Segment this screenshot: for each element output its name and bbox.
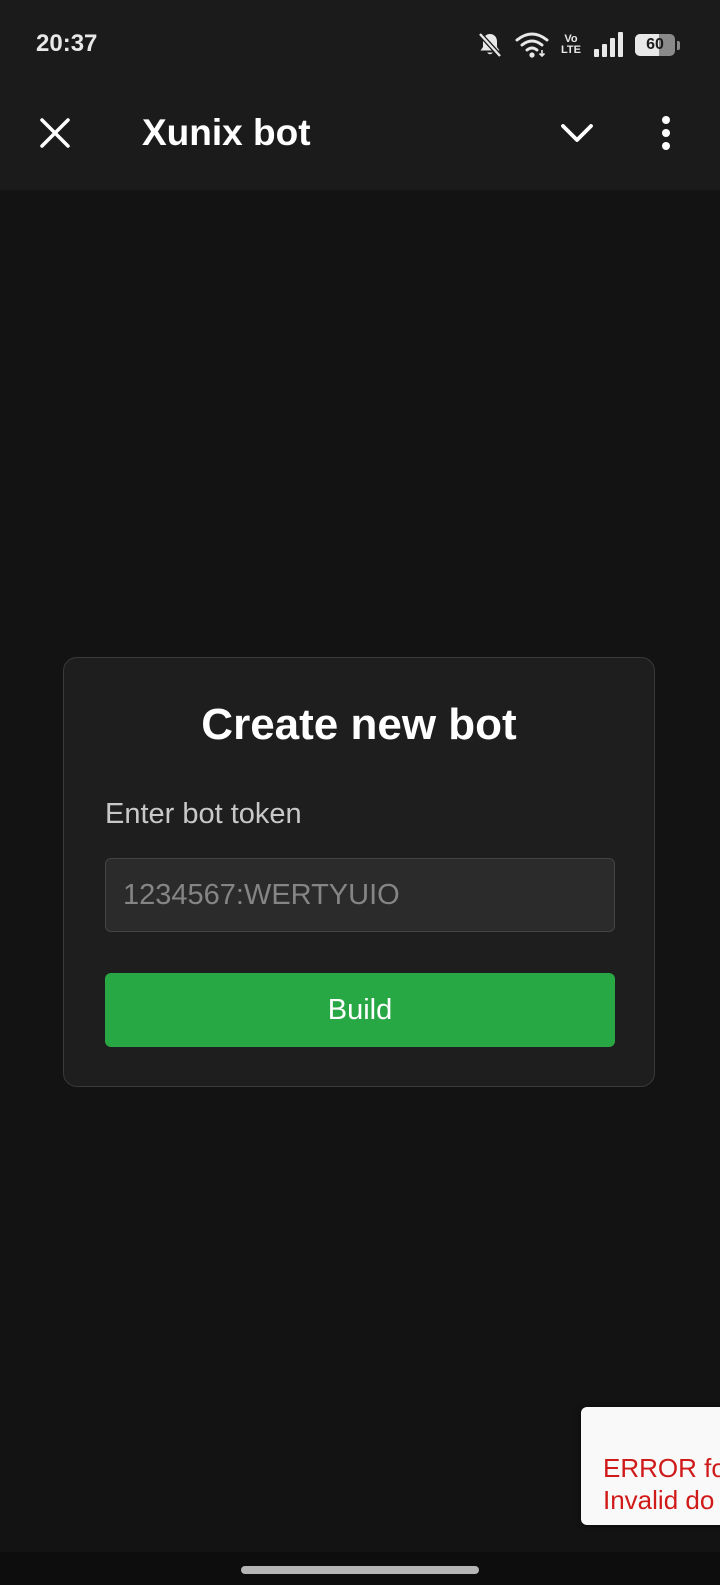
signal-icon (593, 32, 623, 58)
close-button[interactable] (30, 108, 80, 158)
app-bar: Xunix bot (0, 88, 720, 190)
volte-bottom-label: LTE (561, 44, 581, 56)
collapse-button[interactable] (552, 108, 602, 158)
close-icon (40, 118, 70, 148)
status-icons: Vo LTE 60 (477, 28, 680, 62)
error-message: Invalid do (603, 1485, 715, 1515)
more-menu-button[interactable] (646, 108, 686, 158)
token-input[interactable] (105, 858, 615, 932)
more-vertical-icon (662, 116, 670, 150)
battery-tip (677, 40, 680, 50)
navigation-bar (0, 1552, 720, 1585)
status-bar: 20:37 Vo LTE 60 (0, 0, 720, 88)
screen: 20:37 Vo LTE 60 Xunix bot Create new bot… (0, 0, 720, 1585)
token-label: Enter bot token (105, 798, 302, 830)
error-toast[interactable]: ERROR fo Invalid do (581, 1407, 720, 1525)
app-title: Xunix bot (142, 112, 311, 153)
status-time: 20:37 (36, 30, 98, 57)
battery-level: 60 (646, 36, 664, 53)
wifi-icon (515, 31, 549, 59)
card-title: Create new bot (201, 700, 517, 749)
battery-icon: 60 (635, 34, 675, 56)
create-bot-card: Create new bot Enter bot token Build (63, 657, 655, 1087)
volte-icon: Vo LTE (561, 34, 581, 56)
chevron-down-icon (561, 124, 593, 142)
bell-off-icon (477, 31, 503, 59)
build-button[interactable]: Build (105, 973, 615, 1047)
gesture-handle[interactable] (241, 1566, 479, 1574)
error-title: ERROR fo (603, 1453, 720, 1483)
